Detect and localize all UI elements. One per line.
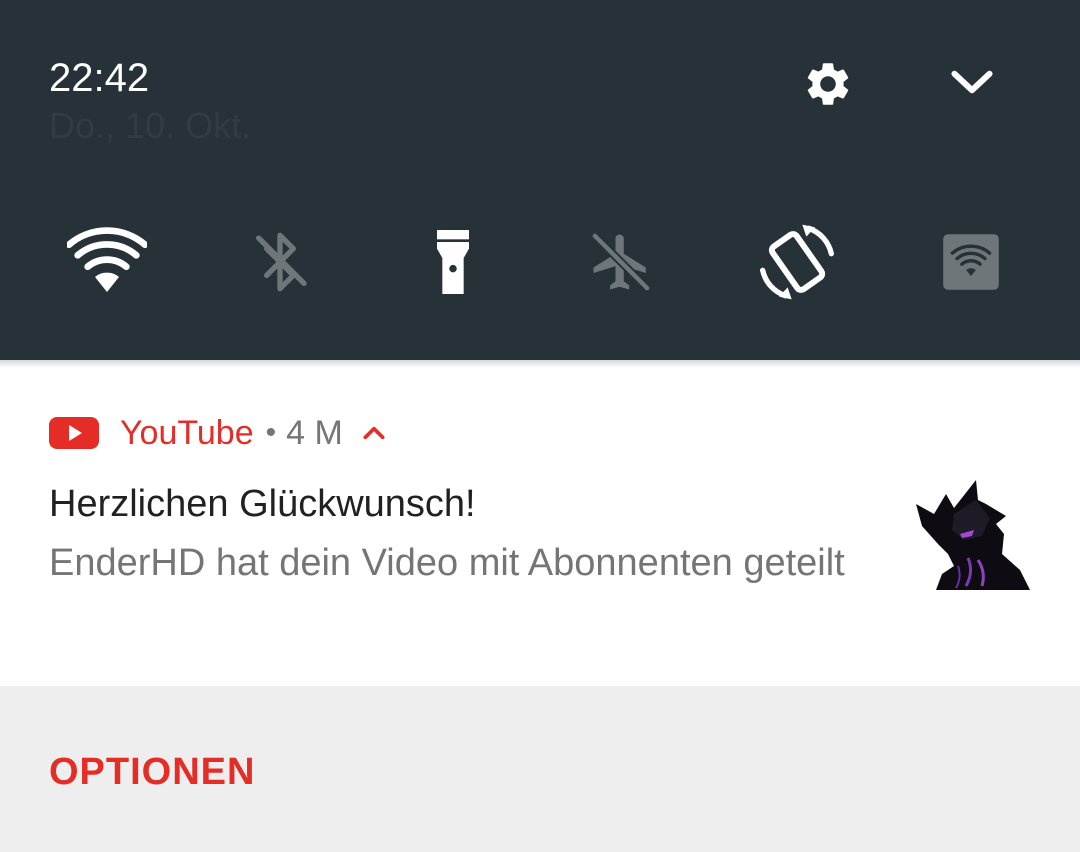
card-shadow bbox=[0, 360, 1080, 368]
hotspot-tile[interactable] bbox=[921, 212, 1021, 312]
bluetooth-tile[interactable] bbox=[230, 212, 330, 312]
options-button[interactable]: OPTIONEN bbox=[49, 746, 255, 798]
youtube-icon bbox=[49, 417, 99, 449]
collapse-shade-button[interactable] bbox=[942, 52, 1002, 112]
chevron-down-icon bbox=[951, 70, 993, 94]
airplane-mode-off-icon bbox=[590, 231, 652, 293]
quick-settings-shade bbox=[0, 0, 1080, 360]
clock-date: Do., 10. Okt. bbox=[49, 105, 252, 146]
expand-toggle[interactable] bbox=[361, 422, 387, 444]
notification-body: EnderHD hat dein Video mit Abonnenten ge… bbox=[49, 542, 845, 584]
creature-avatar-thumbnail bbox=[916, 480, 1030, 590]
notification-app-name: YouTube bbox=[120, 413, 254, 452]
flashlight-icon bbox=[437, 230, 469, 294]
notification-title: Herzlichen Glückwunsch! bbox=[49, 483, 476, 525]
bluetooth-off-icon bbox=[256, 232, 307, 292]
wifi-icon bbox=[67, 227, 147, 292]
flashlight-tile[interactable] bbox=[403, 212, 503, 312]
auto-rotate-icon bbox=[760, 224, 834, 300]
auto-rotate-tile[interactable] bbox=[747, 212, 847, 312]
settings-button[interactable] bbox=[798, 54, 858, 114]
wifi-tile[interactable] bbox=[57, 212, 157, 312]
notification-thumbnail bbox=[912, 474, 1030, 590]
hotspot-icon bbox=[943, 234, 999, 290]
chevron-up-icon bbox=[363, 426, 385, 440]
header-separator: • bbox=[265, 416, 277, 449]
gear-icon bbox=[807, 63, 849, 105]
notification-header[interactable]: YouTube • 4 M bbox=[49, 410, 387, 456]
airplane-mode-tile[interactable] bbox=[571, 212, 671, 312]
clock-time: 22:42 bbox=[49, 56, 150, 100]
notification-age: 4 M bbox=[286, 413, 343, 452]
